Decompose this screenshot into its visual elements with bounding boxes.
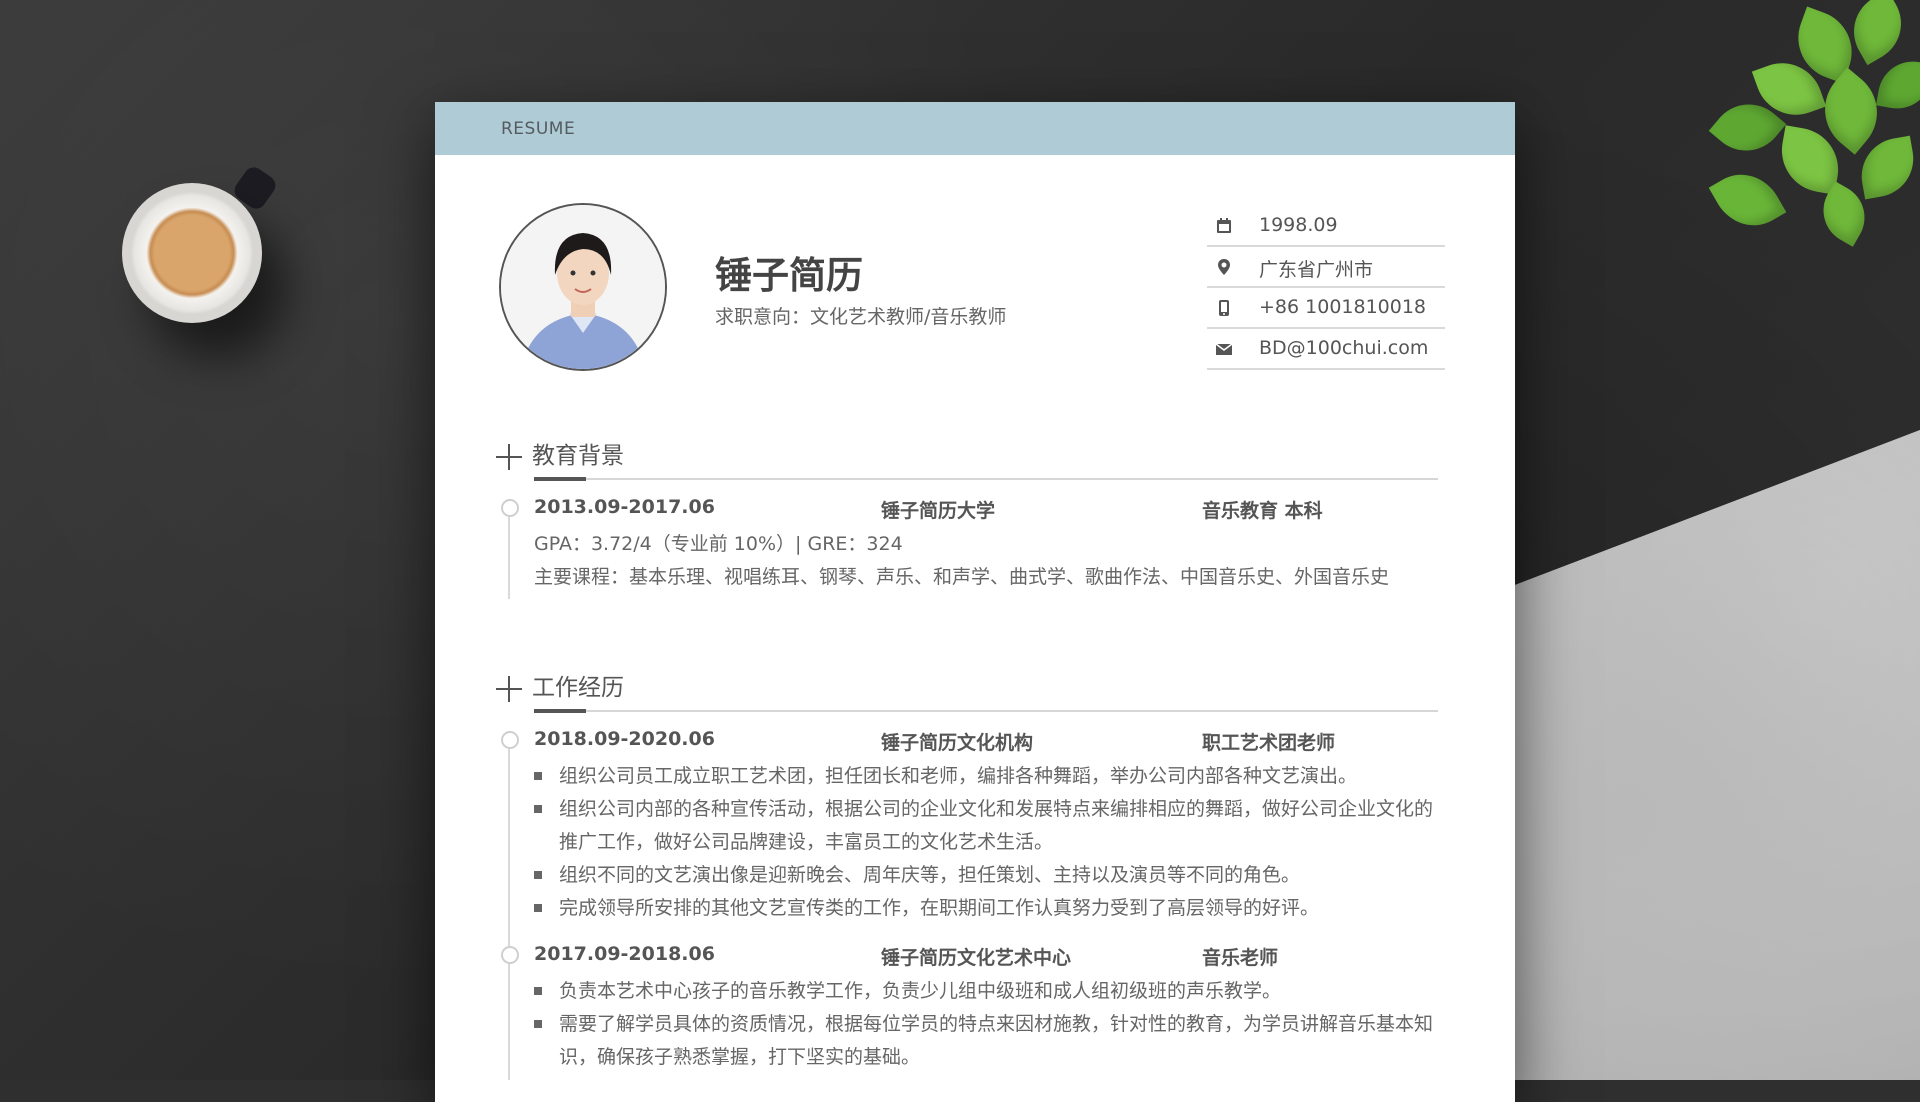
- avatar: [499, 203, 667, 371]
- education-gpa: GPA：3.72/4（专业前 10%）| GRE：324: [534, 533, 903, 555]
- contact-email: BD@100chui.com: [1207, 329, 1445, 370]
- phone-value: +86 1001810018: [1259, 296, 1427, 318]
- contact-info: 1998.09 广东省广州市 +86 1001810018 BD@100chui…: [1207, 206, 1445, 370]
- work-bullet: 组织公司员工成立职工艺术团，担任团长和老师，编排各种舞蹈，举办公司内部各种文艺演…: [559, 765, 1358, 787]
- coffee-cup-icon: [122, 183, 262, 323]
- education-timeline: [508, 507, 510, 599]
- work-bullet: 负责本艺术中心孩子的音乐教学工作，负责少儿组中级班和成人组初级班的声乐教学。: [559, 980, 1282, 1002]
- work-bullet-continued: 推广工作，做好公司品牌建设，丰富员工的文化艺术生活。: [559, 831, 1054, 853]
- education-divider: [534, 477, 1438, 481]
- education-major: 音乐教育 本科: [1202, 500, 1323, 522]
- work-bullet-continued: 识，确保孩子熟悉掌握，打下坚实的基础。: [559, 1046, 921, 1068]
- timeline-dot: [501, 946, 519, 964]
- email-value: BD@100chui.com: [1259, 337, 1429, 359]
- work-period: 2017.09-2018.06: [534, 943, 715, 965]
- work-section-title: 工作经历: [496, 668, 624, 708]
- bullet-icon: [534, 772, 542, 780]
- work-org: 锤子简历文化艺术中心: [881, 947, 1072, 969]
- bullet-icon: [534, 904, 542, 912]
- calendar-icon: [1217, 218, 1231, 233]
- envelope-icon: [1215, 343, 1233, 355]
- timeline-dot: [501, 731, 519, 749]
- candidate-name: 锤子简历: [715, 254, 863, 297]
- work-role: 音乐老师: [1202, 947, 1279, 969]
- work-bullet: 组织不同的文艺演出像是迎新晚会、周年庆等，担任策划、主持以及演员等不同的角色。: [559, 864, 1301, 886]
- job-intent: 求职意向：文化艺术教师/音乐教师: [715, 306, 1007, 328]
- contact-location: 广东省广州市: [1207, 247, 1445, 288]
- education-section-title: 教育背景: [496, 436, 624, 476]
- contact-birthdate: 1998.09: [1207, 206, 1445, 247]
- work-timeline: [508, 740, 510, 1080]
- resume-paper: RESUME 锤子简历 求职意向：文化艺术教师/音乐教师 1998.09 广东省…: [435, 102, 1515, 1102]
- work-period: 2018.09-2020.06: [534, 728, 715, 750]
- work-bullet: 需要了解学员具体的资质情况，根据每位学员的特点来因材施教，针对性的教育，为学员讲…: [559, 1013, 1434, 1035]
- birthdate-value: 1998.09: [1259, 214, 1338, 236]
- work-bullet: 组织公司内部的各种宣传活动，根据公司的企业文化和发展特点来编排相应的舞蹈，做好公…: [559, 798, 1434, 820]
- plus-icon: [496, 443, 522, 470]
- location-value: 广东省广州市: [1259, 259, 1374, 281]
- timeline-dot: [501, 499, 519, 517]
- work-org: 锤子简历文化机构: [881, 732, 1034, 754]
- bullet-icon: [534, 805, 542, 813]
- location-pin-icon: [1218, 259, 1230, 275]
- bullet-icon: [534, 1020, 542, 1028]
- bullet-icon: [534, 871, 542, 879]
- education-school: 锤子简历大学: [881, 500, 996, 522]
- work-divider: [534, 709, 1438, 713]
- resume-label: RESUME: [501, 119, 576, 139]
- contact-phone: +86 1001810018: [1207, 288, 1445, 329]
- work-bullet: 完成领导所安排的其他文艺宣传类的工作，在职期间工作认真努力受到了高层领导的好评。: [559, 897, 1320, 919]
- work-role: 职工艺术团老师: [1202, 732, 1336, 754]
- mobile-phone-icon: [1219, 300, 1229, 316]
- bullet-icon: [534, 987, 542, 995]
- education-period: 2013.09-2017.06: [534, 496, 715, 518]
- resume-header-bar: RESUME: [435, 102, 1515, 155]
- education-courses: 主要课程：基本乐理、视唱练耳、钢琴、声乐、和声学、曲式学、歌曲作法、中国音乐史、…: [534, 566, 1390, 588]
- plus-icon: [496, 675, 522, 702]
